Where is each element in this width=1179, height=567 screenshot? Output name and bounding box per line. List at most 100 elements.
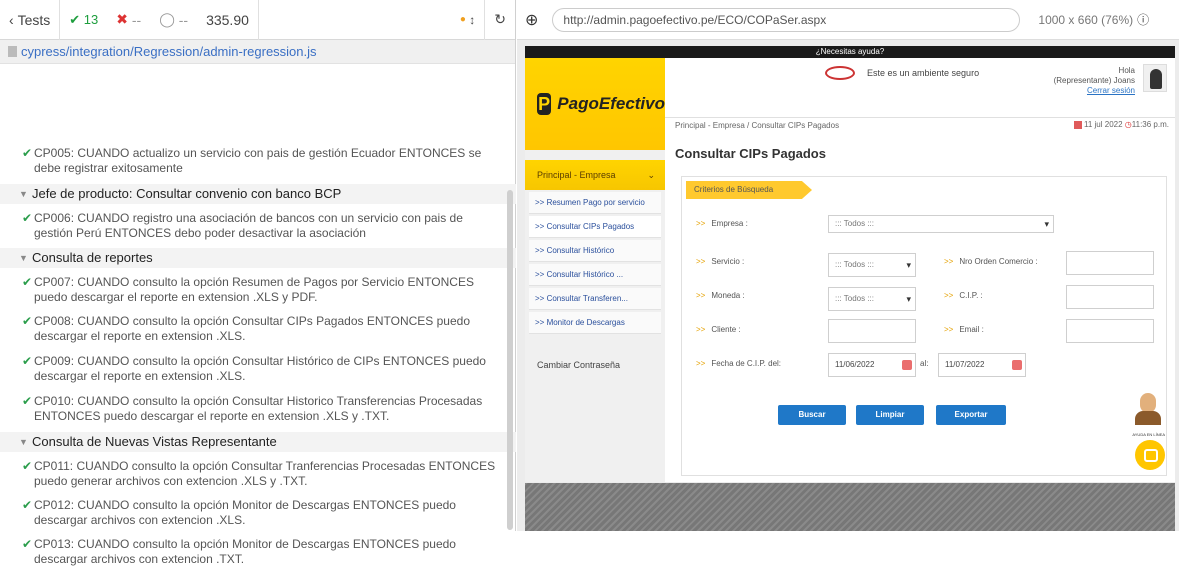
app-preview: ⊕ http://admin.pagoefectivo.pe/ECO/COPaS… [517,0,1179,531]
check-icon: ✔ [22,354,33,368]
buscar-button[interactable]: Buscar [778,405,846,425]
cliente-input[interactable] [828,319,916,343]
user-box: Hola (Representante) Joans Cerrar sesión [1053,66,1135,96]
test-item[interactable]: ✔ CP007: CUANDO consulto la opción Resume… [0,275,504,305]
user-avatar [1143,64,1167,92]
logo: P PagoEfectivo [525,58,665,150]
moneda-label: >> Moneda : [696,291,745,300]
status-dot-icon: ● ↕ [459,12,476,27]
chat-icon[interactable] [1135,440,1165,470]
check-icon: ✔ [22,537,33,551]
check-icon: ✔ [22,394,33,408]
runner-scrollbar[interactable] [507,190,513,530]
test-item[interactable]: ✔ CP012: CUANDO consulto la opción Monito… [0,498,504,528]
limpiar-button[interactable]: Limpiar [856,405,924,425]
calendar-icon [1074,120,1082,129]
logo-text: PagoEfectivo [557,94,665,113]
rerun-icon[interactable]: ↻ [484,0,515,40]
empresa-select[interactable]: ::: Todos ::: [828,215,1054,233]
test-runner-panel: ‹ Tests ✔ 13 ✖ -- ◯ -- 335.90 ● ↕ ↻ cypr… [0,0,516,566]
cip-label: >> C.I.P. : [944,291,983,300]
test-title: CP005: CUANDO actualizo un servicio con … [34,146,482,175]
chevron-down-icon: ⌄ [647,169,655,180]
test-title: CP009: CUANDO consulto la opción Consult… [34,354,486,383]
sidebar-header[interactable]: Principal - Empresa ⌄ [525,160,665,190]
check-icon: ✔ [22,314,33,328]
moneda-select[interactable]: ::: Todos ::: [828,287,916,311]
file-icon [8,46,17,57]
sidebar-item[interactable]: >> Consultar CIPs Pagados [529,216,661,238]
fail-count: ✖ -- [116,11,142,28]
viewport-background [525,483,1175,531]
test-item[interactable]: ✔ CP010: CUANDO consulto la opción Consul… [0,394,504,424]
logout-link[interactable]: Cerrar sesión [1054,86,1135,96]
test-item[interactable]: ✔ CP013: CUANDO consulto la opción Monito… [0,537,504,567]
suite-title: Consulta de Nuevas Vistas Representante [32,434,277,449]
test-item[interactable]: ✔ CP008: CUANDO consulto la opción Consul… [0,314,504,344]
email-input[interactable] [1066,319,1154,343]
cip-input[interactable] [1066,285,1154,309]
check-icon: ✔ [22,211,33,225]
page-title: Consultar CIPs Pagados [675,146,826,161]
check-icon: ✔ [22,146,33,160]
orden-input[interactable] [1066,251,1154,275]
search-panel: Criterios de Búsqueda >> Empresa : ::: To… [681,176,1167,476]
sidebar: Principal - Empresa ⌄ >> Resumen Pago por… [525,150,665,482]
logo-mark: P [537,93,552,115]
orden-label: >> Nro Orden Comercio : [944,257,1038,266]
breadcrumb: Principal - Empresa / Consultar CIPs Pag… [675,121,840,130]
sidebar-item[interactable]: >> Consultar Histórico [529,240,661,262]
test-item[interactable]: ✔ CP005: CUANDO actualizo un servicio con… [0,146,504,176]
collapse-caret-icon: ▼ [19,189,28,199]
crosshair-icon[interactable]: ⊕ [525,10,538,30]
suite-header[interactable]: ▼ Consulta de reportes [0,248,516,268]
test-title: CP007: CUANDO consulto la opción Resumen… [34,275,474,304]
pagoefectivo-app: ¿Necesitas ayuda? P PagoEfectivo Este es… [525,46,1175,482]
test-item[interactable]: ✔ CP006: CUANDO registro una asociación d… [0,211,504,241]
email-label: >> Email : [944,325,984,334]
suite-title: Consulta de reportes [32,250,153,265]
al-label: al: [920,359,929,368]
date-time: 11 jul 2022 ◷11:36 p.m. [1074,120,1169,129]
cliente-label: >> Cliente : [696,325,741,334]
change-password-link[interactable]: Cambiar Contraseña [525,360,665,370]
exportar-button[interactable]: Exportar [936,405,1006,425]
runner-toolbar: ‹ Tests ✔ 13 ✖ -- ◯ -- 335.90 ● ↕ ↻ [0,0,515,40]
circle-icon: ◯ [159,11,179,27]
sidebar-item[interactable]: >> Resumen Pago por servicio [529,192,661,214]
sidebar-item[interactable]: >> Consultar Histórico ... [529,264,661,286]
fecha-label: >> Fecha de C.I.P. del: [696,359,782,368]
check-icon: ✔ [22,275,33,289]
calendar-icon[interactable] [1012,360,1022,370]
servicio-select[interactable]: ::: Todos ::: [828,253,916,277]
sidebar-item[interactable]: >> Monitor de Descargas [529,312,661,334]
test-item[interactable]: ✔ CP011: CUANDO consulto la opción Consul… [0,459,504,489]
suite-header[interactable]: ▼ Consulta de Nuevas Vistas Representante [0,432,516,452]
tests-back-button[interactable]: ‹ Tests [0,0,61,40]
info-icon[interactable]: ⓘ [1137,11,1149,28]
secure-seal-icon [825,66,855,80]
help-bar[interactable]: ¿Necesitas ayuda? [525,46,1175,58]
check-icon: ✔ [22,498,33,512]
test-title: CP011: CUANDO consulto la opción Consult… [34,459,496,488]
spec-path: cypress/integration/Regression/admin-reg… [0,40,515,64]
test-title: CP006: CUANDO registro una asociación de… [34,211,463,240]
test-item[interactable]: ✔ CP009: CUANDO consulto la opción Consul… [0,354,504,384]
test-title: CP012: CUANDO consulto la opción Monitor… [34,498,456,527]
sidebar-items: >> Resumen Pago por servicio >> Consultar… [525,192,665,334]
clock-icon: ◷ [1124,120,1132,129]
calendar-icon[interactable] [902,360,912,370]
pass-count: ✔ 13 [69,11,99,28]
suite-header[interactable]: ▼ Jefe de producto: Consultar convenio co… [0,184,516,204]
duration: 335.90 [197,0,259,40]
secure-notice: Este es un ambiente seguro [825,66,979,80]
test-title: CP010: CUANDO consulto la opción Consult… [34,394,483,423]
test-title: CP008: CUANDO consulto la opción Consult… [34,314,470,343]
chat-agent-avatar [1131,391,1165,431]
url-field[interactable]: http://admin.pagoefectivo.pe/ECO/COPaSer… [552,7,1021,32]
servicio-label: >> Servicio : [696,257,745,266]
sidebar-item[interactable]: >> Consultar Transferen... [529,288,661,310]
pending-count: ◯ -- [159,11,189,28]
collapse-caret-icon: ▼ [19,253,28,263]
check-icon: ✔ [69,11,84,27]
